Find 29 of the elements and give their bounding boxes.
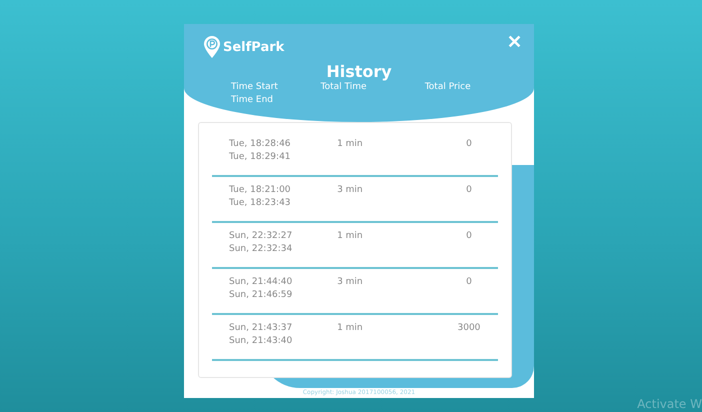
end-time: Sun, 22:32:34 [229,243,294,256]
table-cell-text: 1 min [337,322,364,335]
table-cell-text: 1 min [337,138,364,151]
end-time: Sun, 21:46:59 [229,289,294,302]
page-title: History [325,62,393,81]
table-cell: 0 [466,276,472,289]
activation-notice: Activate W [637,397,702,411]
brand-logo-text: SelfPark [223,40,284,54]
table-cell: 0 [466,184,472,197]
column-header: Time End [231,94,274,107]
end-time: Sun, 21:43:40 [229,335,294,348]
table-cell: 3000 [458,322,480,335]
start-time: Tue, 18:21:00 [229,184,292,197]
table-cell: 0 [466,230,472,243]
column-header: Total Price [424,81,472,94]
table-cell: 0 [466,138,472,151]
table-cell-text: 1 min [337,230,364,243]
start-time: Sun, 22:32:27 [229,230,294,243]
start-time: Sun, 21:44:40 [229,276,294,289]
column-header: Total Time [320,81,368,94]
table-cell-text: 3 min [337,184,364,197]
end-time: Tue, 18:23:43 [229,197,292,210]
start-time: Sun, 21:43:37 [229,322,294,335]
start-time: Tue, 18:28:46 [229,138,292,151]
column-header: Time Start [231,81,279,94]
table-cell-text: 3 min [337,276,364,289]
parking-pin-icon [204,36,220,58]
end-time: Tue, 18:29:41 [229,151,292,164]
close-button[interactable]: ✕ [507,33,522,51]
